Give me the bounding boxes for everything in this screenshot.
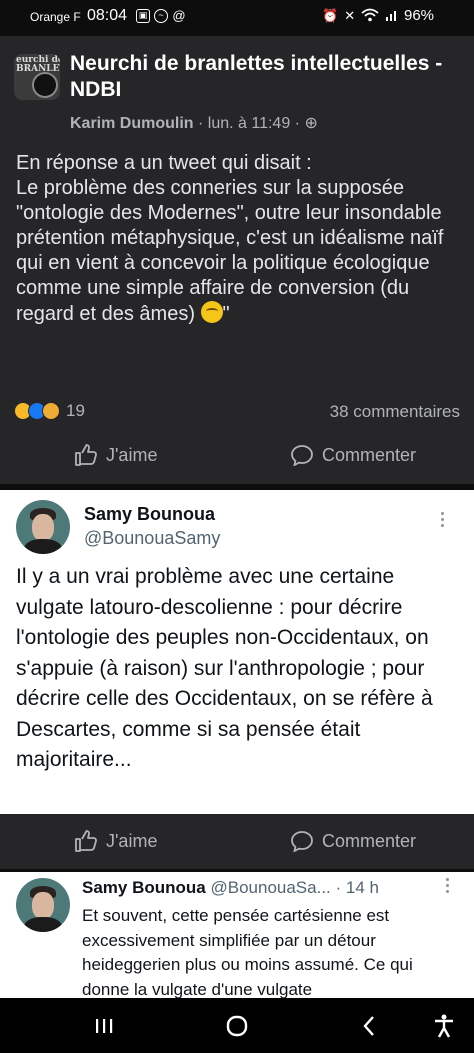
thumbs-up-icon: [75, 830, 97, 852]
reaction-count: 19: [66, 401, 85, 420]
more-options-icon[interactable]: [446, 878, 449, 896]
avatar-body: [24, 916, 62, 932]
care-reaction-icon: [42, 402, 60, 420]
thumbs-up-icon: [75, 444, 97, 466]
avatar-face: [32, 891, 54, 919]
group-avatar-figure: [32, 72, 58, 98]
avatar-body: [24, 538, 62, 554]
post-timestamp: · lun. à 11:49 ·: [193, 115, 305, 132]
home-icon[interactable]: [223, 1012, 251, 1040]
screen: Orange F 08:04 ▣ ~ @ ⏰ ✕ 96% eurchi de B…: [0, 0, 474, 1053]
avatar[interactable]: [16, 878, 70, 932]
tweet-header: Samy Bounoua @BounouaSa... · 14 h: [82, 878, 462, 898]
comment-button[interactable]: Commenter: [290, 444, 416, 466]
tweet-author-handle[interactable]: @BounouaSa...: [210, 878, 330, 897]
gallery-icon: ▣: [136, 9, 150, 23]
comment-button[interactable]: Commenter: [290, 830, 416, 852]
carrier-name: Orange F: [30, 10, 81, 24]
more-options-icon[interactable]: [441, 512, 445, 530]
eye-roll-emoji-icon: [200, 301, 223, 323]
notification-icons: ▣ ~ @: [136, 9, 186, 23]
facebook-post: eurchi de BRANLETTES Neurchi de branlett…: [0, 36, 474, 484]
threads-icon: @: [172, 8, 186, 23]
comment-icon: [291, 831, 313, 852]
wifi-icon: [361, 8, 379, 22]
embedded-tweet-reply: Samy Bounoua @BounouaSa... · 14 h Et sou…: [0, 872, 474, 1000]
alarm-icon: ⏰: [322, 8, 339, 23]
group-avatar-logo-text: eurchi de BRANLETTES: [16, 55, 60, 74]
tweet-text: Et souvent, cette pensée cartésienne est…: [82, 906, 413, 999]
avatar-face: [32, 513, 54, 541]
signal-icon: [386, 11, 397, 21]
post-actions: J'aime Commenter: [0, 436, 474, 476]
post-meta: Karim Dumoulin · lun. à 11:49 · ⊕: [70, 113, 318, 133]
post-body: En réponse a un tweet qui disait : Le pr…: [16, 151, 466, 327]
avatar[interactable]: [16, 500, 70, 554]
recents-icon[interactable]: [90, 1012, 118, 1040]
reactions-summary[interactable]: 19: [14, 401, 85, 421]
post-author[interactable]: Karim Dumoulin: [70, 115, 194, 132]
post-text-end: ": [222, 303, 230, 325]
comments-count[interactable]: 38 commentaires: [330, 402, 460, 422]
back-icon[interactable]: [356, 1012, 384, 1040]
tweet-author-name[interactable]: Samy Bounoua: [84, 504, 215, 525]
like-button[interactable]: J'aime: [74, 444, 157, 466]
tweet-time: · 14 h: [330, 878, 379, 897]
tweet-author-name[interactable]: Samy Bounoua: [82, 878, 206, 897]
like-button[interactable]: J'aime: [74, 830, 157, 852]
accessibility-icon[interactable]: [430, 1012, 458, 1040]
embedded-tweet: Samy Bounoua @BounouaSamy Il y a un vrai…: [0, 490, 474, 814]
comment-icon: [291, 445, 313, 466]
post-text: En réponse a un tweet qui disait : Le pr…: [16, 152, 444, 325]
post-actions-2: J'aime Commenter: [0, 814, 474, 869]
clock: 08:04: [87, 7, 128, 24]
tweet-author-handle[interactable]: @BounouaSamy: [84, 528, 220, 549]
group-avatar[interactable]: eurchi de BRANLETTES: [14, 54, 60, 100]
comment-label: Commenter: [322, 444, 417, 465]
like-label: J'aime: [106, 444, 158, 465]
like-label: J'aime: [106, 830, 158, 851]
status-bar: Orange F 08:04 ▣ ~ @ ⏰ ✕ 96%: [0, 0, 474, 34]
system-icons: ⏰ ✕: [322, 8, 399, 24]
globe-icon: ⊕: [304, 115, 318, 132]
mute-icon: ✕: [344, 8, 356, 23]
tweet-text: Il y a un vrai problème avec une certain…: [16, 565, 433, 771]
navigation-bar: [0, 998, 474, 1053]
group-name[interactable]: Neurchi de branlettes intellectuelles - …: [70, 51, 465, 103]
comment-label: Commenter: [322, 830, 417, 851]
messenger-icon: ~: [154, 9, 168, 23]
battery-level: 96%: [404, 7, 435, 24]
